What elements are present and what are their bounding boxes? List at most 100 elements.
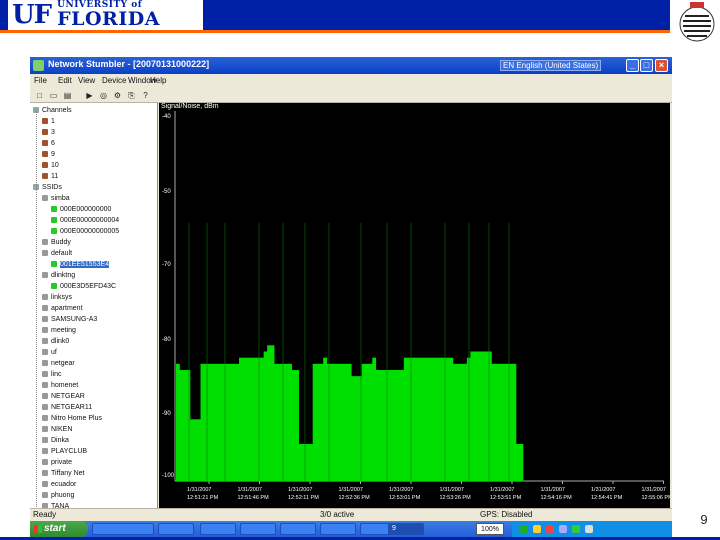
zoom-box[interactable]: 100%	[476, 523, 504, 535]
tree-ssids[interactable]: SSIDs	[33, 182, 62, 193]
menu-help[interactable]: Help	[150, 76, 166, 85]
tree-item-label: SSIDs	[42, 184, 62, 191]
menu-view[interactable]: View	[78, 76, 95, 85]
tree-channel-item[interactable]: 11	[42, 171, 58, 182]
tree-ssid-item[interactable]: TANA	[42, 501, 69, 508]
tree-ap-item[interactable]: 001EE51553E4	[51, 259, 110, 270]
tree-item-label: 1	[51, 118, 55, 125]
taskbar-app-button[interactable]: 9	[388, 523, 424, 535]
taskbar-app-button[interactable]	[158, 523, 194, 535]
language-indicator[interactable]: EN English (United States)	[500, 60, 602, 71]
help-icon[interactable]: ?	[140, 90, 151, 101]
y-tick-label: -80	[162, 337, 171, 343]
tree-ssid-item[interactable]: dlinktng	[42, 270, 75, 281]
taskbar-app-button[interactable]	[280, 523, 316, 535]
tree-ssid-item[interactable]: simba	[42, 193, 70, 204]
tree-ssid-item[interactable]: homenet	[42, 380, 78, 391]
tree-item-label: Nitro Home Plus	[51, 415, 102, 422]
tray-icon[interactable]	[585, 525, 593, 533]
start-button[interactable]: start	[30, 521, 88, 537]
taskbar-app-button[interactable]	[200, 523, 236, 535]
tree-ssid-item[interactable]: NETGEAR	[42, 391, 85, 402]
tray-icon[interactable]	[559, 525, 567, 533]
tree-pane[interactable]: Channels 1 3 6 9 10 11 SSIDs simba 000E000000000 0…	[30, 103, 158, 508]
tree-channel-item[interactable]: 6	[42, 138, 55, 149]
status-bar: Ready 3/0 active GPS: Disabled	[30, 508, 672, 521]
taskbar-app-button[interactable]	[320, 523, 356, 535]
y-tick-label: -100	[162, 473, 175, 479]
tree-channel-item[interactable]: 9	[42, 149, 55, 160]
tree-ssid-item[interactable]: Tiffany Net	[42, 468, 84, 479]
open-icon[interactable]: ▭	[48, 90, 59, 101]
tree-item-label: Buddy	[51, 239, 71, 246]
tree-ap-item[interactable]: 000E00000000004	[51, 215, 119, 226]
tree-ssid-item[interactable]: default	[42, 248, 72, 259]
tree-channel-item[interactable]: 3	[42, 127, 55, 138]
signal-bar	[431, 357, 436, 481]
toolbar: □ ▭ ▤ ▶ ◎ ⚙ ⎘?	[30, 88, 672, 103]
signal-bar	[347, 363, 352, 481]
tray-icon[interactable]	[533, 525, 541, 533]
tree-ssid-item[interactable]: linc	[42, 369, 62, 380]
tree-ssid-item[interactable]: meeting	[42, 325, 76, 336]
x-tick-label: 12:54:41 PM	[591, 495, 623, 501]
tray-icon[interactable]	[520, 525, 528, 533]
play-icon[interactable]: ▶	[84, 90, 95, 101]
status-aps: 3/0 active	[320, 510, 355, 519]
tree-node-icon	[51, 261, 57, 268]
signal-bar	[228, 363, 233, 481]
tree-ssid-item[interactable]: linksys	[42, 292, 72, 303]
new-icon[interactable]: □	[34, 90, 45, 101]
tree-node-icon	[42, 393, 48, 400]
options-icon[interactable]: ⚙	[112, 90, 123, 101]
tree-ssid-item[interactable]: netgear	[42, 358, 75, 369]
tree-node-icon	[42, 316, 48, 323]
tree-ssid-item[interactable]: apartment	[42, 303, 83, 314]
save-icon[interactable]: ▤	[62, 90, 73, 101]
uf-logo-florida: FLORIDA	[57, 8, 160, 30]
tree-ssid-item[interactable]: uf	[42, 347, 57, 358]
copy-icon[interactable]: ⎘	[126, 90, 137, 101]
tree-ssid-item[interactable]: private	[42, 457, 72, 468]
tree-item-label: 000E00000000005	[60, 228, 120, 235]
tree-channel-item[interactable]: 10	[42, 160, 59, 171]
tree-ssid-item[interactable]: Buddy	[42, 237, 71, 248]
signal-bar	[239, 357, 243, 481]
tree-ap-item[interactable]: 000E000000000	[51, 204, 111, 215]
signal-bar	[379, 370, 384, 481]
signal-bar	[333, 363, 338, 481]
tree-ssid-item[interactable]: Nitro Home Plus	[42, 413, 102, 424]
tree-ssid-item[interactable]: NIKEN	[42, 424, 72, 435]
tree-node-icon	[42, 426, 48, 433]
tree-ssid-item[interactable]: Dinka	[42, 435, 69, 446]
menu-file[interactable]: File	[34, 76, 47, 85]
tree-ap-item[interactable]: 000E3D5EFD43C	[51, 281, 116, 292]
menu-device[interactable]: Device	[102, 76, 126, 85]
maximize-button[interactable]: □	[640, 59, 653, 72]
tray-icon[interactable]	[572, 525, 580, 533]
signal-bar	[253, 357, 257, 481]
tree-ap-item[interactable]: 000E00000000005	[51, 226, 119, 237]
tree-ssid-item[interactable]: PLAYCLUB	[42, 446, 87, 457]
signal-bar	[256, 357, 261, 481]
minimize-button[interactable]: _	[626, 59, 639, 72]
signal-bar	[225, 363, 229, 481]
signal-bar	[270, 345, 275, 481]
tree-ssid-item[interactable]: phuong	[42, 490, 74, 501]
scan-icon[interactable]: ◎	[98, 90, 109, 101]
close-button[interactable]: ×	[655, 59, 668, 72]
tree-channel-item[interactable]: 1	[42, 116, 55, 127]
signal-bar	[403, 357, 408, 481]
signal-bar	[267, 345, 271, 481]
tree-channels[interactable]: Channels	[33, 105, 72, 116]
tree-ssid-item[interactable]: dlink0	[42, 336, 69, 347]
menu-edit[interactable]: Edit	[58, 76, 72, 85]
taskbar-app-button[interactable]	[240, 523, 276, 535]
tree-ssid-item[interactable]: ecuador	[42, 479, 76, 490]
tree-ssid-item[interactable]: SAMSUNG-A3	[42, 314, 97, 325]
title-bar[interactable]: Network Stumbler - [20070131000222] EN E…	[30, 57, 672, 74]
tree-ssid-item[interactable]: NETGEAR11	[42, 402, 92, 413]
signal-bar	[242, 357, 247, 481]
taskbar-app-button[interactable]	[92, 523, 154, 535]
tray-icon[interactable]	[546, 525, 554, 533]
